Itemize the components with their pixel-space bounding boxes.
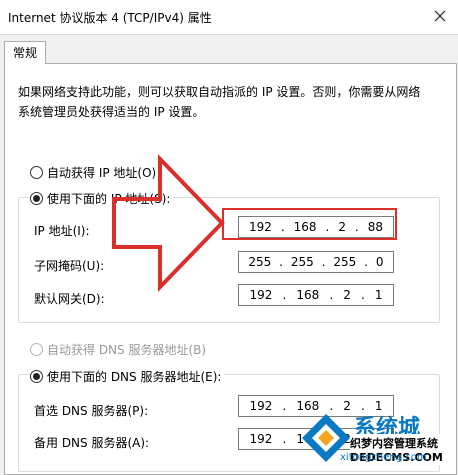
manual-dns-radio[interactable]: 使用下面的 DNS 服务器地址(E): xyxy=(30,368,225,385)
tab-general[interactable]: 常规 xyxy=(4,41,46,64)
ip-octet: 255 xyxy=(248,255,272,269)
ip-octet: 1 xyxy=(374,288,383,302)
radio-circle-disabled xyxy=(30,343,43,356)
alternate-dns-label: 备用 DNS 服务器(A): xyxy=(34,436,150,450)
ip-octet: 0 xyxy=(375,255,384,269)
auto-dns-label: 自动获得 DNS 服务器地址(B) xyxy=(47,343,207,357)
close-icon xyxy=(434,10,446,22)
manual-ip-radio[interactable]: 使用下面的 IP 地址(S): xyxy=(30,190,174,207)
auto-ip-radio[interactable]: 自动获得 IP 地址(O) xyxy=(30,164,160,181)
ip-octet: 192 xyxy=(249,288,273,302)
manual-ip-label: 使用下面的 IP 地址(S): xyxy=(47,192,171,206)
default-gateway-label: 默认网关(D): xyxy=(34,292,105,306)
auto-ip-label: 自动获得 IP 地址(O) xyxy=(47,166,157,180)
subnet-mask-label: 子网掩码(U): xyxy=(34,259,105,273)
description-text: 如果网络支持此功能，则可以获取自动指派的 IP 设置。否则，你需要从网络系统管理… xyxy=(18,85,421,119)
auto-dns-radio[interactable]: 自动获得 DNS 服务器地址(B) xyxy=(30,341,210,358)
watermark-url: xitongcheng.com xyxy=(340,452,427,463)
ip-octet: 255 xyxy=(333,255,357,269)
subnet-mask-input[interactable]: 255. 255. 255. 0 xyxy=(238,251,394,273)
default-gateway-input[interactable]: 192. 168. 2. 1 xyxy=(238,284,394,306)
close-button[interactable] xyxy=(428,5,452,27)
window-title: Internet 协议版本 4 (TCP/IPv4) 属性 xyxy=(8,11,212,25)
ip-octet: 255 xyxy=(290,255,314,269)
radio-circle-checked xyxy=(30,370,43,383)
ip-octet: 2 xyxy=(343,288,351,302)
preferred-dns-label: 首选 DNS 服务器(P): xyxy=(34,404,149,418)
ip-highlight-box xyxy=(222,208,397,240)
radio-circle-checked xyxy=(30,192,43,205)
watermark: 系统城 织梦内容管理系统 DEDECMS.COM xitongcheng.com xyxy=(300,408,458,466)
ip-address-label: IP 地址(I): xyxy=(34,224,90,238)
manual-dns-label: 使用下面的 DNS 服务器地址(E): xyxy=(47,370,222,384)
ip-octet: 192 xyxy=(249,432,273,446)
watermark-line1: 织梦内容管理系统 xyxy=(350,437,438,450)
radio-circle xyxy=(30,166,43,179)
ip-octet: 192 xyxy=(249,399,273,413)
title-bar: Internet 协议版本 4 (TCP/IPv4) 属性 xyxy=(0,0,458,35)
ip-octet: 168 xyxy=(296,288,320,302)
